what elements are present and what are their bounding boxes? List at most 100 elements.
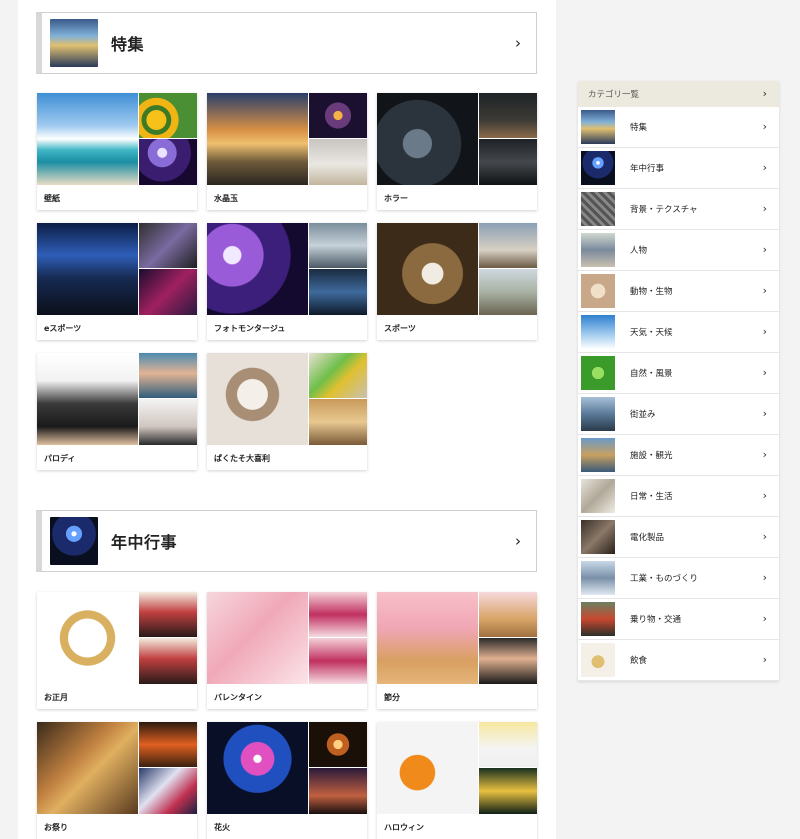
- sidebar-item-people[interactable]: 人物 ›: [578, 230, 779, 271]
- card-valentine[interactable]: バレンタイン: [207, 592, 367, 709]
- category-list-header[interactable]: カテゴリ一覧 ›: [578, 81, 779, 107]
- card-image: [37, 93, 139, 185]
- featured-thumb: [50, 19, 98, 67]
- card-image: [309, 399, 367, 445]
- chevron-right-icon: ›: [762, 448, 767, 461]
- card-parody[interactable]: パロディ: [37, 353, 197, 470]
- card-image: [139, 399, 197, 445]
- card-photomontage[interactable]: フォトモンタージュ: [207, 223, 367, 340]
- category-thumb: [581, 356, 615, 390]
- sidebar-item-weather[interactable]: 天気・天候 ›: [578, 312, 779, 353]
- category-thumb: [581, 602, 615, 636]
- card-fireworks[interactable]: 花火: [207, 722, 367, 839]
- sidebar-item-food[interactable]: 飲食 ›: [578, 640, 779, 681]
- card-image: [139, 139, 197, 185]
- sidebar-item-texture[interactable]: 背景・テクスチャ ›: [578, 189, 779, 230]
- card-image: [37, 223, 139, 315]
- category-thumb: [581, 192, 615, 226]
- card-label: 壁紙: [44, 194, 60, 203]
- chevron-right-icon: ›: [762, 87, 767, 100]
- card-horror[interactable]: ホラー: [377, 93, 537, 210]
- card-image: [309, 768, 367, 814]
- chevron-right-icon: ›: [762, 571, 767, 584]
- card-halloween[interactable]: ハロウィン: [377, 722, 537, 839]
- sidebar-item-label: 背景・テクスチャ: [630, 205, 698, 215]
- card-label: お正月: [44, 693, 68, 702]
- card-image: [479, 269, 537, 315]
- card-setsubun[interactable]: 節分: [377, 592, 537, 709]
- card-image: [139, 592, 197, 638]
- card-image: [377, 93, 479, 185]
- card-new-year[interactable]: お正月: [37, 592, 197, 709]
- sidebar-item-label: 自然・風景: [630, 369, 673, 379]
- card-image: [207, 722, 309, 814]
- card-image: [479, 223, 537, 269]
- main-content: 特集 › 壁紙 水晶玉 ホラー eスポーツ フォトモンタージュ スポーツ パロデ…: [18, 0, 556, 839]
- chevron-right-icon: ›: [762, 612, 767, 625]
- sidebar-item-animals[interactable]: 動物・生物 ›: [578, 271, 779, 312]
- card-label: eスポーツ: [44, 324, 82, 333]
- sidebar-item-label: 飲食: [630, 656, 648, 666]
- section-header-annual-events[interactable]: 年中行事 ›: [36, 510, 537, 572]
- card-label: ハロウィン: [384, 823, 424, 832]
- card-image: [309, 93, 367, 139]
- card-image: [479, 139, 537, 185]
- sidebar-item-label: 年中行事: [630, 164, 665, 174]
- sidebar-item-daily-life[interactable]: 日常・生活 ›: [578, 476, 779, 517]
- card-sports[interactable]: スポーツ: [377, 223, 537, 340]
- sidebar-item-label: 動物・生物: [630, 287, 673, 297]
- card-label: 花火: [214, 823, 230, 832]
- card-label: バレンタイン: [214, 693, 262, 702]
- section-header-featured[interactable]: 特集 ›: [36, 12, 537, 74]
- card-image: [309, 592, 367, 638]
- sidebar-item-transport[interactable]: 乗り物・交通 ›: [578, 599, 779, 640]
- card-image: [479, 722, 537, 768]
- sidebar-item-industry[interactable]: 工業・ものづくり ›: [578, 558, 779, 599]
- card-ogiri[interactable]: ぱくたそ大喜利: [207, 353, 367, 470]
- card-image: [377, 722, 479, 814]
- card-image: [139, 353, 197, 399]
- card-festival[interactable]: お祭り: [37, 722, 197, 839]
- card-image: [479, 93, 537, 139]
- card-image: [309, 223, 367, 269]
- sidebar-item-facilities[interactable]: 施設・観光 ›: [578, 435, 779, 476]
- category-thumb: [581, 274, 615, 308]
- sidebar-item-label: 工業・ものづくり: [630, 574, 699, 584]
- card-wallpaper[interactable]: 壁紙: [37, 93, 197, 210]
- card-label: フォトモンタージュ: [214, 324, 286, 333]
- chevron-right-icon: ›: [762, 161, 767, 174]
- card-crystal-ball[interactable]: 水晶玉: [207, 93, 367, 210]
- card-image: [37, 592, 139, 684]
- card-image: [309, 353, 367, 399]
- card-label: 水晶玉: [214, 194, 238, 203]
- card-image: [479, 592, 537, 638]
- chevron-right-icon: ›: [762, 530, 767, 543]
- card-image: [139, 223, 197, 269]
- card-esports[interactable]: eスポーツ: [37, 223, 197, 340]
- category-thumb: [581, 438, 615, 472]
- card-image: [139, 269, 197, 315]
- chevron-right-icon: ›: [762, 202, 767, 215]
- sidebar-item-nature[interactable]: 自然・風景 ›: [578, 353, 779, 394]
- sidebar-item-featured[interactable]: 特集 ›: [578, 107, 779, 148]
- chevron-right-icon: ›: [762, 366, 767, 379]
- sidebar-item-annual-events[interactable]: 年中行事 ›: [578, 148, 779, 189]
- sidebar-item-electronics[interactable]: 電化製品 ›: [578, 517, 779, 558]
- category-thumb: [581, 643, 615, 677]
- card-image: [207, 93, 309, 185]
- card-image: [377, 592, 479, 684]
- category-thumb: [581, 561, 615, 595]
- card-image: [139, 93, 197, 139]
- category-thumb: [581, 520, 615, 554]
- card-image: [309, 269, 367, 315]
- sidebar-item-townscape[interactable]: 街並み ›: [578, 394, 779, 435]
- card-label: お祭り: [44, 823, 68, 832]
- category-thumb: [581, 315, 615, 349]
- chevron-right-icon: ›: [515, 34, 521, 52]
- category-thumb: [581, 151, 615, 185]
- chevron-right-icon: ›: [515, 532, 521, 550]
- card-label: パロディ: [44, 454, 76, 463]
- card-image: [207, 353, 309, 445]
- chevron-right-icon: ›: [762, 243, 767, 256]
- card-label: ぱくたそ大喜利: [214, 454, 270, 463]
